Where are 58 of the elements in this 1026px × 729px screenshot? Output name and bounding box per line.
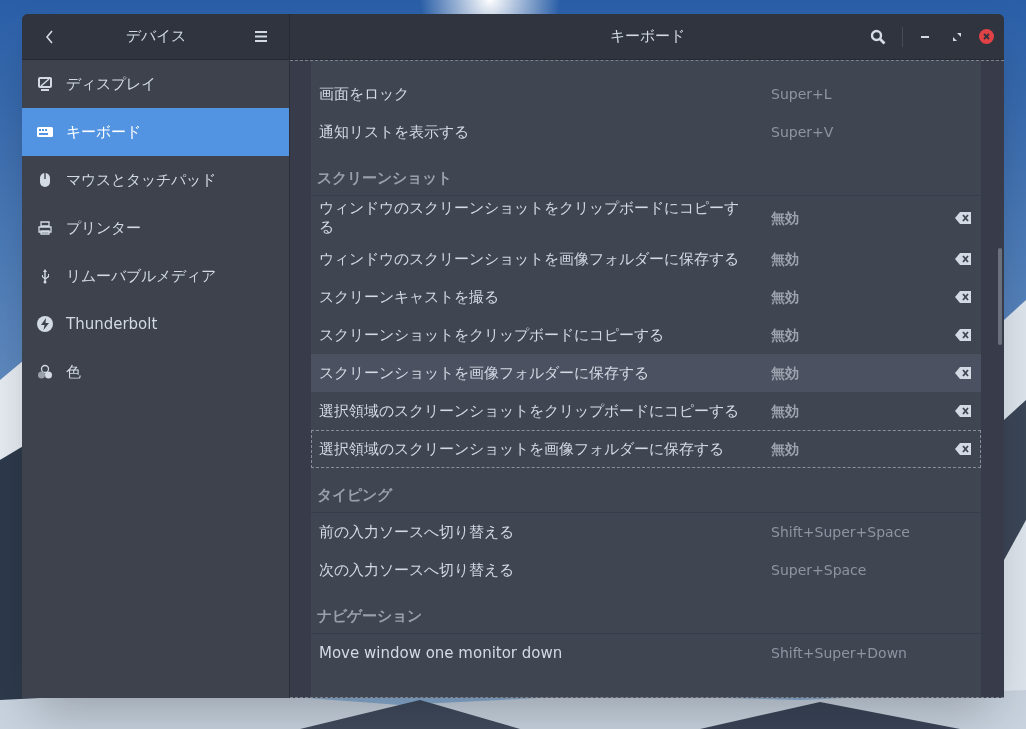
backspace-icon bbox=[955, 291, 971, 303]
monitor-icon bbox=[37, 76, 53, 92]
shortcut-label: Super+Space bbox=[771, 560, 867, 580]
sidebar-item[interactable]: Thunderbolt bbox=[22, 300, 289, 348]
action-label: スクリーンショットを画像フォルダーに保存する bbox=[319, 363, 650, 383]
window-title: キーボード bbox=[609, 26, 685, 48]
printer-icon bbox=[37, 220, 53, 236]
menu-icon bbox=[255, 31, 267, 42]
backspace-icon bbox=[955, 253, 971, 265]
section-heading: タイピング bbox=[317, 484, 392, 506]
shortcut-label: Shift+Super+Down bbox=[771, 643, 907, 663]
backspace-icon bbox=[955, 367, 971, 379]
backspace-icon bbox=[955, 329, 971, 341]
mouse-icon bbox=[37, 172, 53, 188]
search-icon bbox=[870, 28, 886, 45]
lightning-icon bbox=[37, 316, 53, 332]
close-button[interactable] bbox=[979, 29, 994, 44]
sidebar-item[interactable]: 色 bbox=[22, 348, 289, 396]
scrollbar[interactable] bbox=[998, 248, 1002, 345]
shortcut-label: 無効 bbox=[771, 401, 799, 421]
action-label: 選択領域のスクリーンショットをクリップボードにコピーする bbox=[319, 401, 740, 421]
maximize-icon bbox=[953, 32, 961, 41]
shortcut-label: 無効 bbox=[771, 363, 799, 383]
shortcut-label: 無効 bbox=[771, 208, 799, 228]
shortcut-label: Super+L bbox=[771, 84, 832, 104]
keyboard-icon bbox=[37, 124, 53, 140]
action-label: 前の入力ソースへ切り替える bbox=[319, 522, 515, 542]
shortcut-label: Super+V bbox=[771, 122, 834, 142]
back-icon bbox=[45, 29, 55, 44]
shortcut-label: 無効 bbox=[771, 439, 799, 459]
shortcut-label: Shift+Super+Space bbox=[771, 522, 910, 542]
shortcut-row[interactable]: 選択領域のスクリーンショットを画像フォルダーに保存する 無効 bbox=[311, 430, 981, 468]
action-label: スクリーンショットをクリップボードにコピーする bbox=[319, 325, 665, 345]
action-label: 画面をロック bbox=[319, 84, 410, 104]
action-label: Move window one monitor down bbox=[319, 643, 564, 663]
sidebar-title: デバイス bbox=[124, 26, 187, 48]
sidebar-item[interactable]: プリンター bbox=[22, 204, 289, 252]
backspace-icon bbox=[955, 405, 971, 417]
minimize-icon bbox=[921, 35, 929, 38]
action-label: 通知リストを表示する bbox=[319, 122, 470, 142]
section-heading: スクリーンショット bbox=[317, 167, 452, 189]
shortcut-label: 無効 bbox=[771, 249, 799, 269]
backspace-icon bbox=[955, 443, 971, 455]
section-heading: ナビゲーション bbox=[317, 605, 422, 627]
shortcut-label: 無効 bbox=[771, 287, 799, 307]
sidebar-item[interactable]: ディスプレイ bbox=[22, 60, 289, 108]
backspace-icon bbox=[955, 212, 971, 224]
action-label: ウィンドウのスクリーンショットを画像フォルダーに保存する bbox=[319, 249, 740, 269]
color-circles-icon bbox=[37, 364, 53, 380]
shortcut-row[interactable]: スクリーンショットを画像フォルダーに保存する 無効 bbox=[311, 354, 981, 392]
shortcut-label: 無効 bbox=[771, 325, 799, 345]
action-label: スクリーンキャストを撮る bbox=[319, 287, 500, 307]
sidebar-item[interactable]: リムーバブルメディア bbox=[22, 252, 289, 300]
action-label: 選択領域のスクリーンショットを画像フォルダーに保存する bbox=[319, 439, 725, 459]
sidebar-item[interactable]: マウスとタッチパッド bbox=[22, 156, 289, 204]
close-icon bbox=[983, 33, 990, 40]
action-label: 次の入力ソースへ切り替える bbox=[319, 560, 515, 580]
action-label: ウィンドウのスクリーンショットをクリップボードにコピーする bbox=[319, 199, 740, 237]
